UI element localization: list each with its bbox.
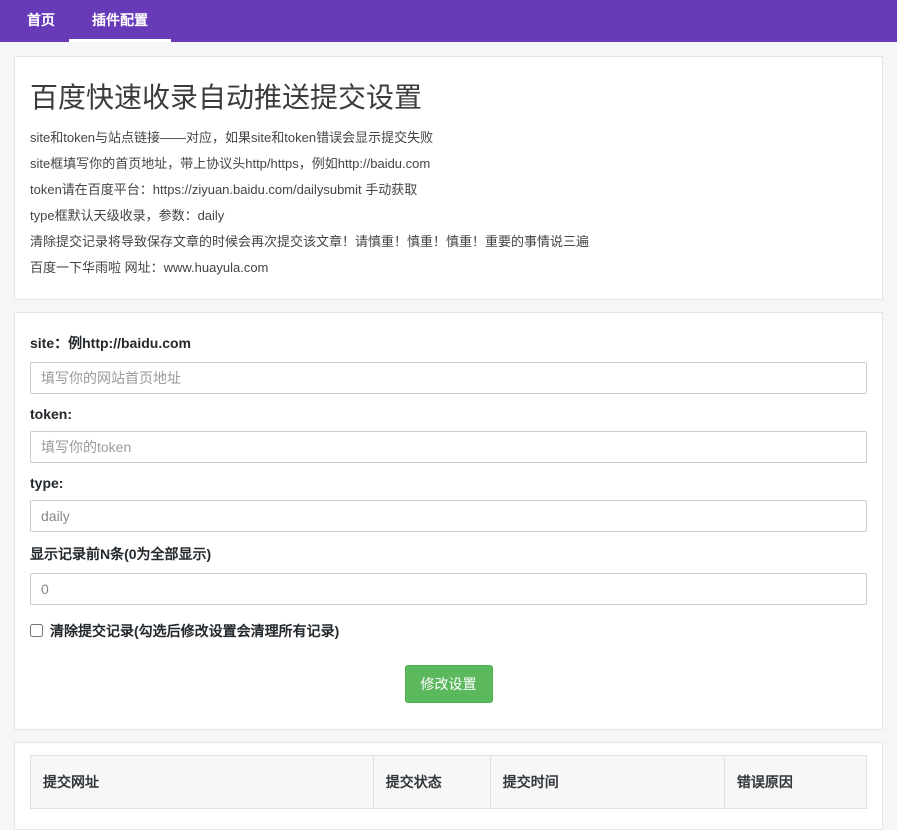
col-header-error-reason: 错误原因 — [724, 755, 866, 808]
clear-records-label: 清除提交记录(勾选后修改设置会清理所有记录) — [50, 621, 339, 641]
token-input[interactable] — [30, 431, 867, 463]
save-settings-button[interactable]: 修改设置 — [405, 665, 493, 703]
site-label: site：例http://baidu.com — [30, 333, 867, 353]
intro-line: site和token与站点链接——对应，如果site和token错误会显示提交失… — [30, 125, 866, 151]
records-table: 提交网址 提交状态 提交时间 错误原因 — [30, 755, 867, 809]
limit-input[interactable] — [30, 573, 867, 605]
type-label: type: — [30, 475, 867, 491]
intro-card: 百度快速收录自动推送提交设置 site和token与站点链接——对应，如果sit… — [14, 56, 883, 300]
top-navbar: 首页 插件配置 — [0, 0, 897, 42]
intro-line: 百度一下华雨啦 网址：www.huayula.com — [30, 255, 866, 281]
type-input[interactable] — [30, 500, 867, 532]
records-card: 提交网址 提交状态 提交时间 错误原因 — [14, 742, 883, 830]
site-field-group: site：例http://baidu.com — [30, 333, 867, 394]
type-field-group: type: — [30, 475, 867, 532]
tab-home[interactable]: 首页 — [13, 0, 69, 42]
button-row: 修改设置 — [30, 665, 867, 715]
limit-field-group: 显示记录前N条(0为全部显示) — [30, 544, 867, 605]
col-header-submit-url: 提交网址 — [31, 755, 374, 808]
token-field-group: token: — [30, 406, 867, 463]
page-title: 百度快速收录自动推送提交设置 — [30, 81, 866, 115]
intro-line: token请在百度平台：https://ziyuan.baidu.com/dai… — [30, 177, 866, 203]
page-content: 百度快速收录自动推送提交设置 site和token与站点链接——对应，如果sit… — [14, 56, 883, 830]
token-label: token: — [30, 406, 867, 422]
intro-line: site框填写你的首页地址，带上协议头http/https，例如http://b… — [30, 151, 866, 177]
site-input[interactable] — [30, 362, 867, 394]
tab-plugin-config[interactable]: 插件配置 — [69, 0, 171, 42]
intro-line: 清除提交记录将导致保存文章的时候会再次提交该文章！请慎重！慎重！慎重！重要的事情… — [30, 229, 866, 255]
col-header-submit-status: 提交状态 — [373, 755, 490, 808]
records-header-row: 提交网址 提交状态 提交时间 错误原因 — [31, 755, 867, 808]
clear-records-row: 清除提交记录(勾选后修改设置会清理所有记录) — [30, 621, 867, 641]
limit-label: 显示记录前N条(0为全部显示) — [30, 544, 867, 564]
clear-records-checkbox[interactable] — [30, 624, 43, 637]
settings-form-card: site：例http://baidu.com token: type: 显示记录… — [14, 312, 883, 730]
intro-line: type框默认天级收录，参数：daily — [30, 203, 866, 229]
col-header-submit-time: 提交时间 — [490, 755, 724, 808]
